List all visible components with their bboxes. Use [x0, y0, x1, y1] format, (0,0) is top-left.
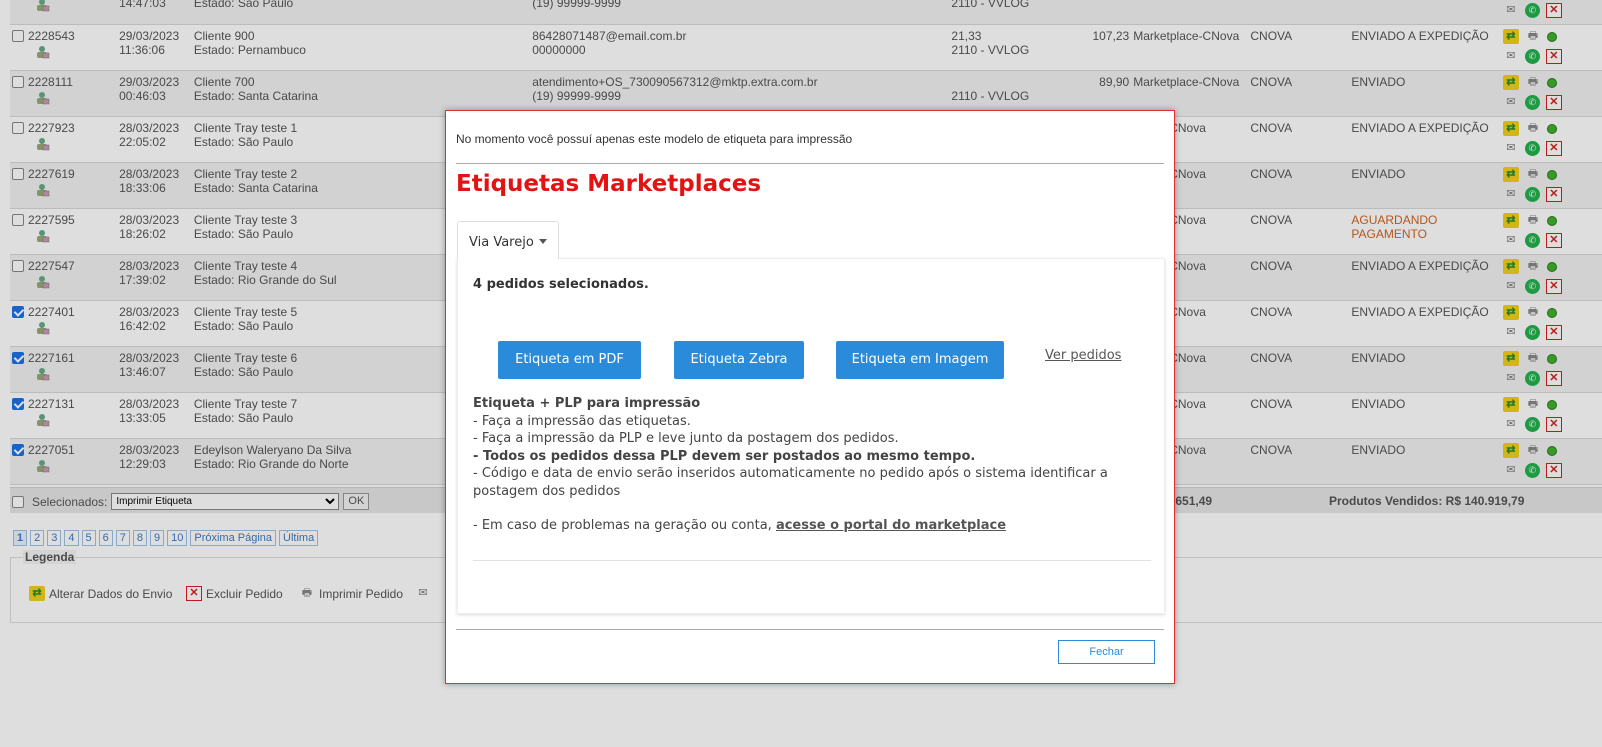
instruction-line: - Faça a impressão das etiquetas.: [473, 413, 691, 429]
instruction-line: - Faça a impressão da PLP e leve junto d…: [473, 431, 899, 446]
tab-label: Via Varejo: [469, 235, 534, 250]
instructions: Etiqueta + PLP para impressão - Faça a i…: [473, 395, 1133, 535]
tab-via-varejo[interactable]: Via Varejo: [457, 221, 559, 259]
chevron-down-icon: [538, 239, 547, 244]
divider: [456, 163, 1164, 164]
divider: [473, 560, 1151, 561]
pdf-label-button[interactable]: Etiqueta em PDF: [498, 341, 641, 379]
instruction-line: - Todos os pedidos dessa PLP devem ser p…: [473, 448, 976, 464]
view-orders-link[interactable]: Ver pedidos: [1045, 348, 1121, 363]
marketplace-portal-link[interactable]: acesse o portal do marketplace: [776, 518, 1006, 533]
modal-title: Etiquetas Marketplaces: [456, 171, 762, 197]
image-label-button[interactable]: Etiqueta em Imagem: [836, 341, 1004, 379]
instructions-title: Etiqueta + PLP para impressão: [473, 396, 701, 411]
modal-note: No momento você possuí apenas este model…: [456, 132, 853, 146]
selected-count: 4 pedidos selecionados.: [473, 277, 649, 292]
divider: [456, 629, 1164, 630]
problem-text: - Em caso de problemas na geração ou con…: [473, 518, 772, 533]
tab-panel: 4 pedidos selecionados. Etiqueta em PDF …: [457, 258, 1165, 614]
label-modal: No momento você possuí apenas este model…: [445, 110, 1175, 684]
zebra-label-button[interactable]: Etiqueta Zebra: [674, 341, 804, 379]
instruction-line: - Código e data de envio serão inseridos…: [473, 466, 1108, 499]
close-button[interactable]: Fechar: [1058, 640, 1155, 664]
